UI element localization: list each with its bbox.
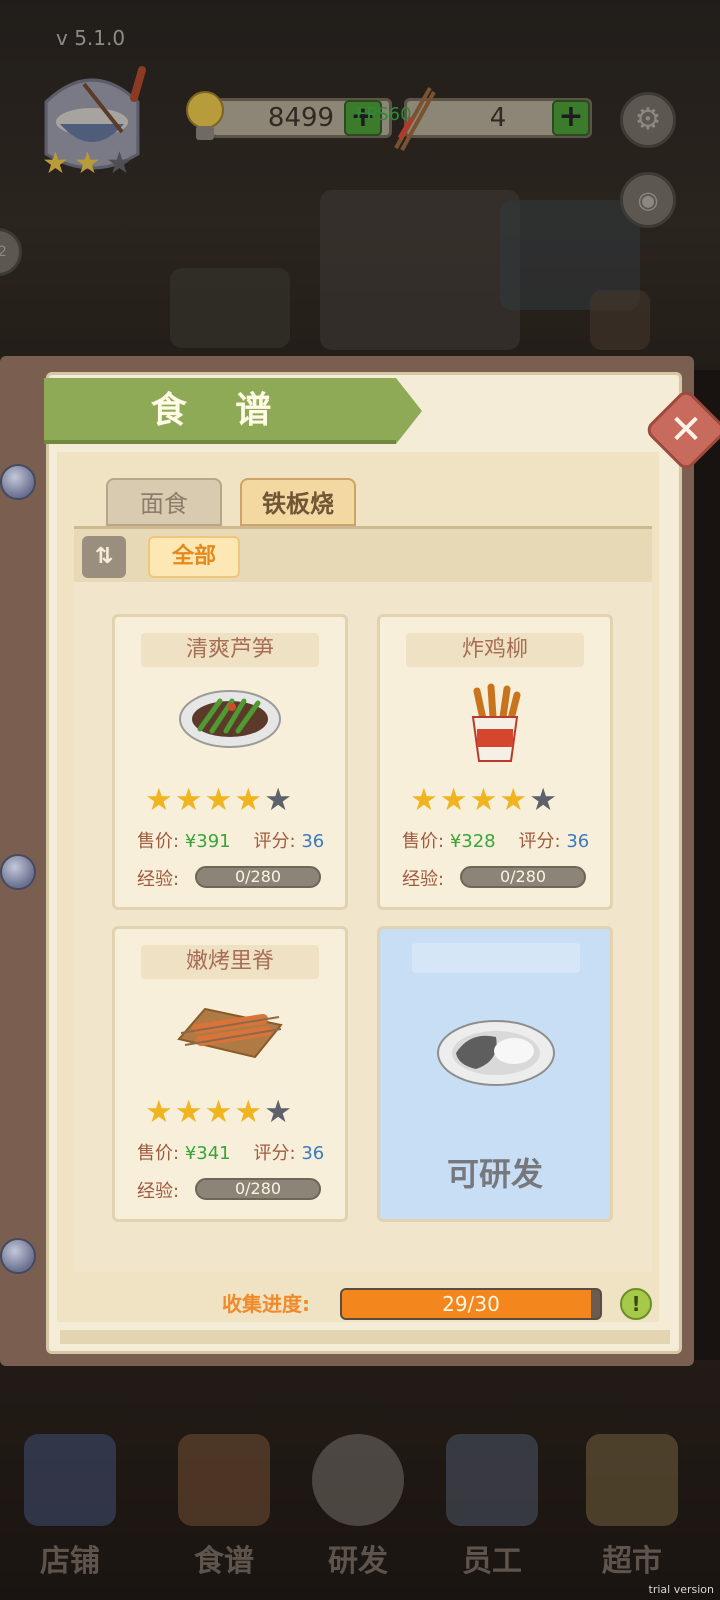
badge-star-empty-icon: ★: [106, 146, 133, 181]
score-value: 36: [301, 831, 325, 852]
recipe-name: 炸鸡柳: [406, 633, 584, 667]
star-empty-icon: ★: [264, 782, 292, 818]
nav-shop[interactable]: 店铺: [4, 1420, 136, 1590]
supermarket-icon: [586, 1434, 678, 1526]
recipe-card[interactable]: 嫩烤里脊 ★ ★ ★ ★ ★ 售价: ¥341 评分: 36 经验: 0/280: [112, 926, 348, 1222]
recipe-card[interactable]: 炸鸡柳 ★ ★ ★ ★ ★ 售价: ¥328 评分: 36 经验: 0/280: [377, 614, 613, 910]
shop-icon: [24, 1434, 116, 1526]
sort-toggle-icon[interactable]: ⇅: [82, 536, 126, 578]
price-label: 售价:: [402, 831, 445, 852]
score-label: 评分:: [253, 1143, 296, 1164]
badge-star-icon: ★: [42, 146, 69, 181]
tab-noodles[interactable]: 面食: [106, 478, 222, 526]
binder-ring-icon: [0, 854, 36, 890]
settings-gear-icon[interactable]: ⚙: [620, 92, 676, 148]
tab-teppanyaki[interactable]: 铁板烧: [240, 478, 356, 526]
star-icon: ★: [439, 782, 468, 818]
restaurant-badge[interactable]: ★ ★ ★: [26, 62, 158, 184]
fps-overlay: FPS60: [356, 104, 412, 125]
recipe-rating: ★ ★ ★ ★ ★: [410, 783, 590, 817]
filter-all-button[interactable]: 全部: [148, 536, 240, 578]
exp-bar: 0/280: [460, 866, 586, 888]
info-icon[interactable]: !: [620, 1288, 652, 1320]
score-value: 36: [301, 1143, 325, 1164]
close-icon[interactable]: ✕: [656, 400, 716, 460]
binder-ring-icon: [0, 464, 36, 500]
star-icon: ★: [145, 782, 173, 818]
asparagus-plate-icon: [179, 690, 281, 748]
star-empty-icon: ★: [529, 782, 557, 818]
research-available-label: 可研发: [446, 1155, 543, 1193]
price-value: ¥391: [184, 831, 231, 852]
version-label: v 5.1.0: [56, 26, 126, 50]
exp-label: 经验:: [137, 869, 180, 890]
star-icon: ★: [204, 782, 233, 818]
fried-chicken-strips-icon: [471, 683, 521, 762]
price-score-row: 售价: ¥341 评分: 36: [137, 1139, 337, 1165]
price-label: 售价:: [137, 831, 180, 852]
price-value: ¥328: [449, 831, 496, 852]
grilled-skewers-icon: [177, 1007, 283, 1059]
lightbulb-icon: [186, 91, 224, 140]
page-bottom-border: [60, 1330, 670, 1344]
star-icon: ★: [234, 1094, 263, 1130]
nav-supermarket-label: 超市: [602, 1544, 662, 1579]
nav-research[interactable]: 研发: [292, 1420, 424, 1590]
trial-watermark: trial version: [648, 1583, 714, 1596]
recipe-book-icon: [178, 1434, 270, 1526]
exp-bar: 0/280: [195, 1178, 321, 1200]
recipe-rating: ★ ★ ★ ★ ★: [145, 783, 325, 817]
nav-shop-label: 店铺: [40, 1544, 100, 1579]
recipe-name: 清爽芦笋: [141, 633, 319, 667]
star-icon: ★: [174, 782, 203, 818]
exp-label: 经验:: [402, 869, 445, 890]
add-chopsticks-button[interactable]: +: [552, 100, 590, 136]
exp-row: 经验: 0/280: [137, 1177, 337, 1202]
score-label: 评分:: [253, 831, 296, 852]
page-title: 食 谱: [150, 390, 290, 431]
price-label: 售价:: [137, 1143, 180, 1164]
nav-recipes[interactable]: 食谱: [158, 1420, 290, 1590]
recipe-name: 嫩烤里脊: [141, 945, 319, 979]
nav-supermarket[interactable]: 超市: [566, 1420, 698, 1590]
price-score-row: 售价: ¥328 评分: 36: [402, 827, 602, 853]
nav-staff-label: 员工: [462, 1544, 522, 1579]
bottom-nav: 店铺 食谱 研发 员工 超市: [0, 1420, 720, 1600]
star-icon: ★: [174, 1094, 203, 1130]
exp-label: 经验:: [137, 1181, 180, 1202]
price-value: ¥341: [184, 1143, 231, 1164]
locked-name-placeholder: [412, 943, 580, 973]
exp-row: 经验: 0/280: [137, 865, 337, 890]
exp-row: 经验: 0/280: [402, 865, 602, 890]
binder-ring-icon: [0, 1238, 36, 1274]
exp-bar: 0/280: [195, 866, 321, 888]
score-label: 评分:: [518, 831, 561, 852]
curry-rice-plate-icon: [437, 1020, 555, 1086]
collection-progress-label: 收集进度:: [222, 1292, 310, 1316]
nav-research-label: 研发: [328, 1544, 388, 1579]
score-value: 36: [566, 831, 590, 852]
star-icon: ★: [145, 1094, 173, 1130]
star-empty-icon: ★: [264, 1094, 292, 1130]
recipe-card[interactable]: 清爽芦笋 ★ ★ ★ ★ ★ 售价: ¥391 评分: 36 经验: 0/280: [112, 614, 348, 910]
nav-recipes-label: 食谱: [194, 1544, 254, 1579]
recipe-title-ribbon: 食 谱: [44, 378, 422, 444]
cooking-pot-icon: [312, 1434, 404, 1526]
star-icon: ★: [499, 782, 528, 818]
star-icon: ★: [204, 1094, 233, 1130]
camera-icon[interactable]: ◉: [620, 172, 676, 228]
recipe-rating: ★ ★ ★ ★ ★: [145, 1095, 325, 1129]
star-icon: ★: [410, 782, 438, 818]
badge-star-icon: ★: [74, 146, 101, 181]
star-icon: ★: [234, 782, 263, 818]
nav-staff[interactable]: 员工: [426, 1420, 558, 1590]
researchable-recipe-card[interactable]: 可研发: [377, 926, 613, 1222]
staff-icon: [446, 1434, 538, 1526]
collection-progress-text: 29/30: [442, 1292, 500, 1316]
price-score-row: 售价: ¥391 评分: 36: [137, 827, 337, 853]
star-icon: ★: [469, 782, 498, 818]
